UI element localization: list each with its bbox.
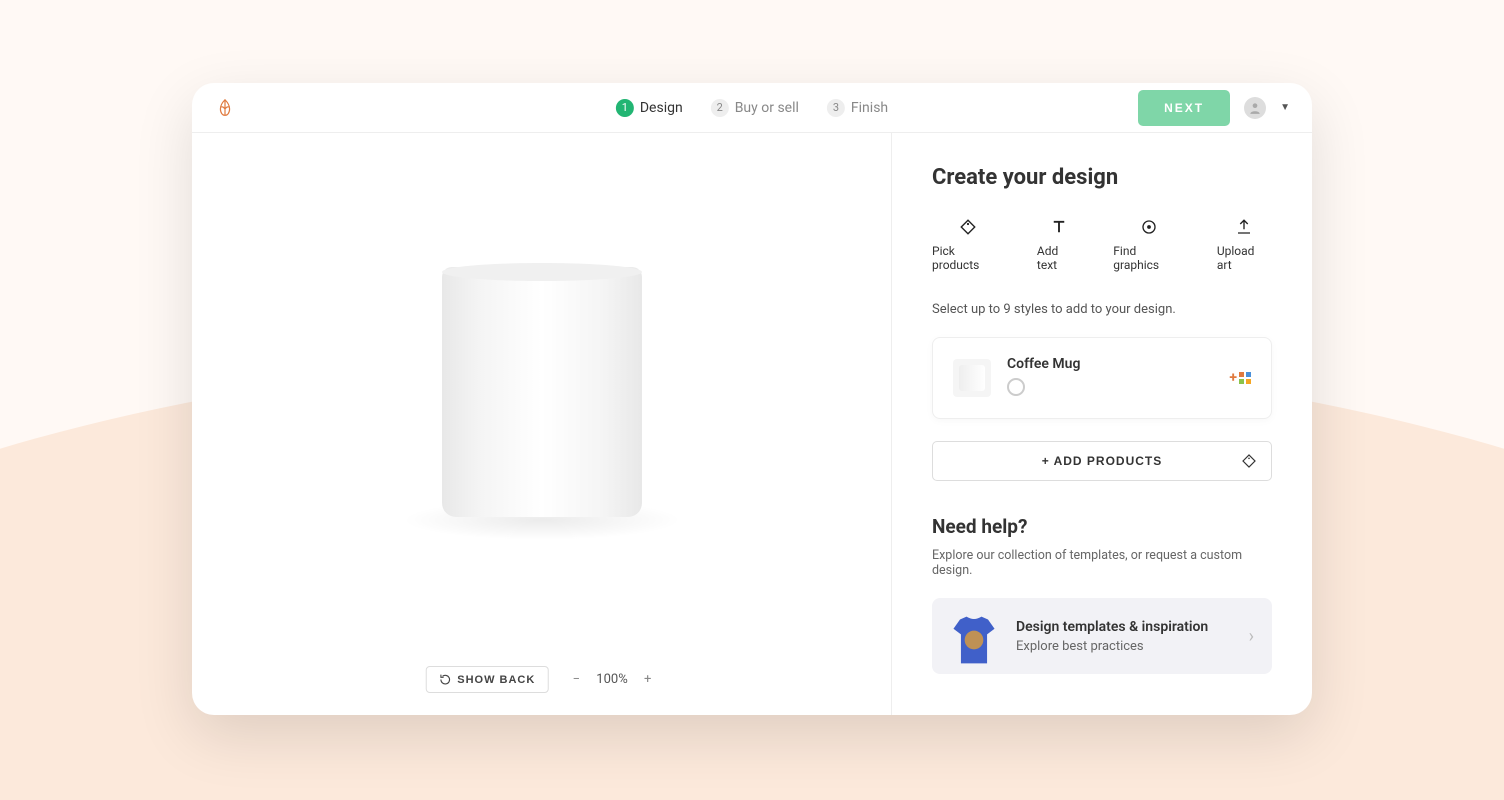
chevron-down-icon[interactable]: ▼	[1280, 102, 1290, 113]
tool-label: Find graphics	[1113, 244, 1185, 272]
product-name: Coffee Mug	[1007, 356, 1080, 372]
step-number: 2	[711, 99, 729, 117]
step-number: 3	[827, 99, 845, 117]
tool-label: Pick products	[932, 244, 1005, 272]
help-title: Need help?	[932, 515, 1272, 538]
zoom-out-button[interactable]: −	[566, 670, 586, 690]
header: 1 Design 2 Buy or sell 3 Finish NEXT ▼	[192, 83, 1312, 133]
step-buy-or-sell[interactable]: 2 Buy or sell	[711, 99, 799, 117]
step-finish[interactable]: 3 Finish	[827, 99, 888, 117]
leaf-icon	[214, 97, 236, 119]
template-thumbnail	[950, 612, 998, 660]
show-back-label: SHOW BACK	[457, 674, 535, 686]
tool-label: Add text	[1037, 244, 1081, 272]
step-label: Buy or sell	[735, 100, 799, 116]
text-icon	[1050, 218, 1068, 236]
zoom-in-button[interactable]: +	[638, 670, 658, 690]
tag-icon	[959, 218, 977, 236]
template-info: Design templates & inspiration Explore b…	[1016, 619, 1208, 654]
show-back-button[interactable]: SHOW BACK	[425, 666, 548, 693]
tshirt-icon	[946, 612, 1002, 668]
tag-icon	[1241, 453, 1257, 469]
help-text: Explore our collection of templates, or …	[932, 548, 1272, 578]
zoom-control: − 100% +	[566, 670, 657, 690]
upload-icon	[1235, 218, 1253, 236]
style-hint: Select up to 9 styles to add to your des…	[932, 302, 1272, 317]
user-avatar[interactable]	[1244, 97, 1266, 119]
tool-pick-products[interactable]: Pick products	[932, 218, 1005, 272]
app-window: 1 Design 2 Buy or sell 3 Finish NEXT ▼	[192, 83, 1312, 715]
user-icon	[1248, 101, 1262, 115]
tool-find-graphics[interactable]: Find graphics	[1113, 218, 1185, 272]
color-grid-icon	[1239, 372, 1251, 384]
rotate-icon	[438, 673, 451, 686]
step-number: 1	[616, 99, 634, 117]
canvas-controls: SHOW BACK − 100% +	[425, 666, 658, 693]
zoom-level: 100%	[596, 672, 627, 687]
product-canvas[interactable]: SHOW BACK − 100% +	[192, 133, 892, 715]
step-breadcrumb: 1 Design 2 Buy or sell 3 Finish	[616, 99, 888, 117]
tool-row: Pick products Add text Find graphics Upl…	[932, 218, 1272, 272]
mug-preview	[442, 267, 642, 522]
template-title: Design templates & inspiration	[1016, 619, 1208, 635]
step-label: Design	[640, 100, 683, 116]
more-colors-button[interactable]: +	[1229, 370, 1251, 386]
add-products-button[interactable]: + ADD PRODUCTS	[932, 441, 1272, 481]
sidebar-title: Create your design	[932, 165, 1272, 190]
design-templates-card[interactable]: Design templates & inspiration Explore b…	[932, 598, 1272, 674]
product-card-coffee-mug[interactable]: Coffee Mug +	[932, 337, 1272, 419]
step-label: Finish	[851, 100, 888, 116]
tool-label: Upload art	[1217, 244, 1272, 272]
template-subtitle: Explore best practices	[1016, 639, 1208, 654]
mug-body	[442, 267, 642, 517]
tool-upload-art[interactable]: Upload art	[1217, 218, 1272, 272]
brand-logo[interactable]	[214, 97, 236, 119]
product-info: Coffee Mug	[1007, 356, 1080, 400]
header-right: NEXT ▼	[1138, 90, 1290, 126]
next-button[interactable]: NEXT	[1138, 90, 1230, 126]
color-swatch-white[interactable]	[1007, 378, 1025, 396]
tool-add-text[interactable]: Add text	[1037, 218, 1081, 272]
target-icon	[1140, 218, 1158, 236]
add-products-label: + ADD PRODUCTS	[1042, 454, 1163, 468]
product-thumbnail	[953, 359, 991, 397]
step-design[interactable]: 1 Design	[616, 99, 683, 117]
body: SHOW BACK − 100% + Create your design Pi…	[192, 133, 1312, 715]
chevron-right-icon: ›	[1249, 626, 1254, 647]
sidebar: Create your design Pick products Add tex…	[892, 133, 1312, 715]
